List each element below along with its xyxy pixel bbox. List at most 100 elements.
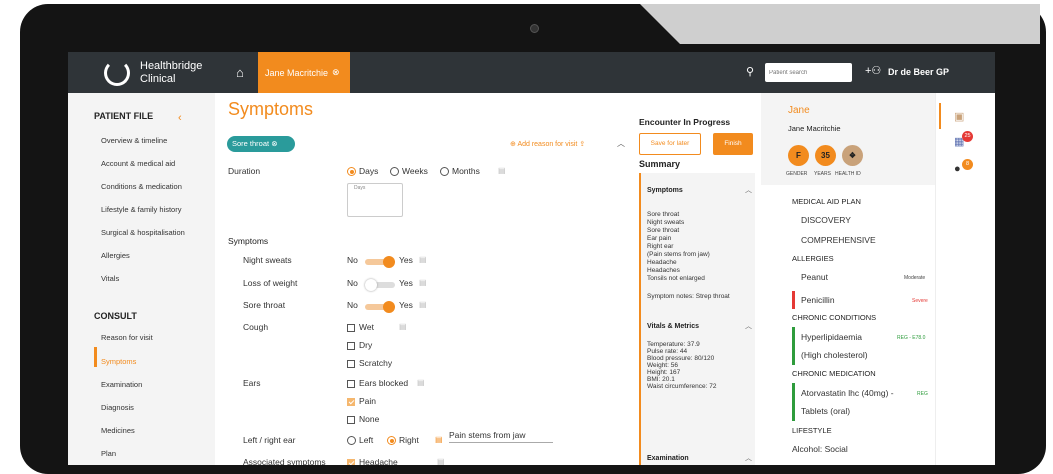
left-right-ear-label: Left / right ear — [243, 435, 296, 445]
note-icon[interactable]: ▤ — [419, 300, 427, 309]
share-icon: ⇪ — [579, 141, 586, 148]
ears-label: Ears — [243, 378, 261, 388]
sidebar-item-diagnosis[interactable]: Diagnosis — [101, 403, 134, 412]
remove-icon[interactable]: ⊗ — [271, 139, 277, 148]
patient-file-heading: PATIENT FILE — [94, 111, 154, 121]
ear-left-radio[interactable]: Left — [347, 435, 373, 446]
save-for-later-button[interactable]: Save for later — [639, 133, 701, 155]
cough-scratchy-checkbox[interactable]: Scratchy — [347, 358, 392, 368]
finish-button[interactable]: Finish — [713, 133, 753, 155]
sidebar-item-vitals[interactable]: Vitals — [101, 274, 119, 283]
patient-full-name: Jane Macritchie — [788, 124, 841, 133]
note-icon[interactable]: ▤ — [417, 378, 425, 387]
no-label: No — [347, 255, 358, 265]
allergy-penicillin: Penicillin — [801, 295, 835, 305]
headache-label: Headache — [359, 457, 398, 465]
doctor-name[interactable]: Dr de Beer GP — [888, 67, 949, 77]
duration-weeks-radio[interactable]: Weeks — [390, 166, 428, 177]
symptoms-heading: Symptoms — [228, 236, 269, 246]
sidebar-item-account[interactable]: Account & medical aid — [101, 159, 175, 168]
sidebar-item-lifestyle[interactable]: Lifestyle & family history — [101, 205, 181, 214]
days-input[interactable]: Days — [347, 183, 403, 217]
pin-icon[interactable]: ● — [954, 163, 961, 175]
radio-icon — [387, 436, 396, 446]
summary-symptoms-text: Sore throat Night sweats Sore throat Ear… — [647, 211, 710, 282]
ear-note-input[interactable]: Pain stems from jaw — [449, 430, 553, 443]
ear-right-radio[interactable]: Right — [387, 435, 419, 446]
active-indicator — [939, 103, 941, 129]
sidebar-item-conditions[interactable]: Conditions & medication — [101, 182, 182, 191]
lifestyle-heading: LIFESTYLE — [792, 426, 832, 435]
patient-tab[interactable]: Jane Macritchie ⊗ — [258, 52, 350, 93]
summary-panel: Symptoms ︿ Sore throat Night sweats Sore… — [639, 173, 755, 465]
headache-checkbox[interactable]: Headache — [347, 457, 398, 465]
notes-icon[interactable]: ▣ — [954, 110, 964, 123]
sore-throat-toggle[interactable] — [365, 301, 395, 313]
chevron-up-icon[interactable]: ︿ — [617, 138, 625, 149]
medical-aid-heading: MEDICAL AID PLAN — [792, 197, 861, 206]
sidebar-item-symptoms[interactable]: Symptoms — [101, 357, 136, 366]
patient-search-input[interactable] — [765, 63, 852, 82]
health-id-icon[interactable]: ❖ — [842, 145, 863, 166]
search-icon[interactable]: ⚲ — [746, 65, 754, 78]
yes-label: Yes — [399, 278, 413, 288]
chronic-conditions-heading: CHRONIC CONDITIONS — [792, 313, 877, 322]
screen-glare — [640, 4, 1040, 44]
note-icon[interactable]: ▤ — [437, 457, 445, 465]
note-icon[interactable]: ▤ — [399, 322, 407, 331]
condition-name: Hyperlipidaemia — [801, 332, 862, 342]
medication-name: Atorvastatin lhc (40mg) - — [801, 388, 894, 398]
weeks-label: Weeks — [402, 166, 428, 176]
add-reason-link[interactable]: ⊕ Add reason for visit ⇪ — [510, 140, 585, 148]
consult-heading: CONSULT — [94, 311, 137, 321]
cough-dry-checkbox[interactable]: Dry — [347, 340, 372, 350]
home-icon[interactable]: ⌂ — [236, 65, 244, 80]
ears-blocked-label: Ears blocked — [359, 378, 409, 388]
main-content: Symptoms Sore throat ⊗ ⊕ Add reason for … — [215, 93, 625, 465]
collapse-chevron-icon[interactable]: ‹ — [178, 112, 182, 124]
sidebar-item-medicines[interactable]: Medicines — [101, 426, 135, 435]
sidebar-item-reason[interactable]: Reason for visit — [101, 333, 153, 342]
condition-bar — [792, 327, 795, 365]
patient-header: Jane Jane Macritchie F 35 ❖ GENDER YEARS… — [761, 93, 935, 185]
chevron-up-icon[interactable]: ︿ — [745, 321, 752, 331]
note-icon[interactable]: ▤ — [419, 255, 427, 264]
checkbox-icon — [347, 341, 355, 350]
sidebar-item-overview[interactable]: Overview & timeline — [101, 136, 167, 145]
cough-wet-checkbox[interactable]: Wet — [347, 322, 374, 332]
no-label: No — [347, 278, 358, 288]
chevron-up-icon[interactable]: ︿ — [745, 185, 752, 195]
pain-label: Pain — [359, 396, 377, 406]
ears-pain-checkbox[interactable]: Pain — [347, 396, 376, 406]
medication-code: REG — [917, 391, 928, 397]
scratchy-label: Scratchy — [359, 358, 393, 368]
cough-label: Cough — [243, 322, 269, 332]
vitals-text: Temperature: 37.9 Pulse rate: 44 Blood p… — [647, 341, 717, 390]
loss-of-weight-toggle[interactable] — [365, 279, 395, 291]
sidebar: PATIENT FILE ‹ Overview & timeline Accou… — [68, 93, 215, 465]
add-user-icon[interactable]: +⚇ — [865, 64, 881, 77]
sidebar-item-surgical[interactable]: Surgical & hospitalisation — [101, 228, 185, 237]
yes-label: Yes — [399, 255, 413, 265]
sidebar-item-plan[interactable]: Plan — [101, 449, 116, 458]
note-filled-icon[interactable]: ▤ — [435, 435, 443, 444]
sidebar-item-allergies[interactable]: Allergies — [101, 251, 130, 260]
radio-icon — [390, 167, 399, 177]
ears-blocked-checkbox[interactable]: Ears blocked — [347, 378, 408, 388]
notification-badge: 25 — [962, 131, 973, 142]
years-badge: 35 — [815, 145, 836, 166]
sidebar-item-examination[interactable]: Examination — [101, 380, 142, 389]
night-sweats-label: Night sweats — [243, 255, 292, 265]
night-sweats-toggle[interactable] — [365, 256, 395, 268]
note-icon[interactable]: ▤ — [498, 166, 506, 175]
close-icon[interactable]: ⊗ — [332, 67, 340, 78]
duration-months-radio[interactable]: Months — [440, 166, 480, 177]
alert-badge: 8 — [962, 159, 973, 170]
reason-chip[interactable]: Sore throat ⊗ — [227, 136, 295, 152]
add-reason-label: Add reason for visit — [517, 141, 578, 148]
app-logo-text: Healthbridge Clinical — [140, 60, 202, 86]
chevron-up-icon[interactable]: ︿ — [745, 453, 752, 463]
duration-days-radio[interactable]: Days — [347, 166, 378, 177]
ears-none-checkbox[interactable]: None — [347, 414, 379, 424]
note-icon[interactable]: ▤ — [419, 278, 427, 287]
